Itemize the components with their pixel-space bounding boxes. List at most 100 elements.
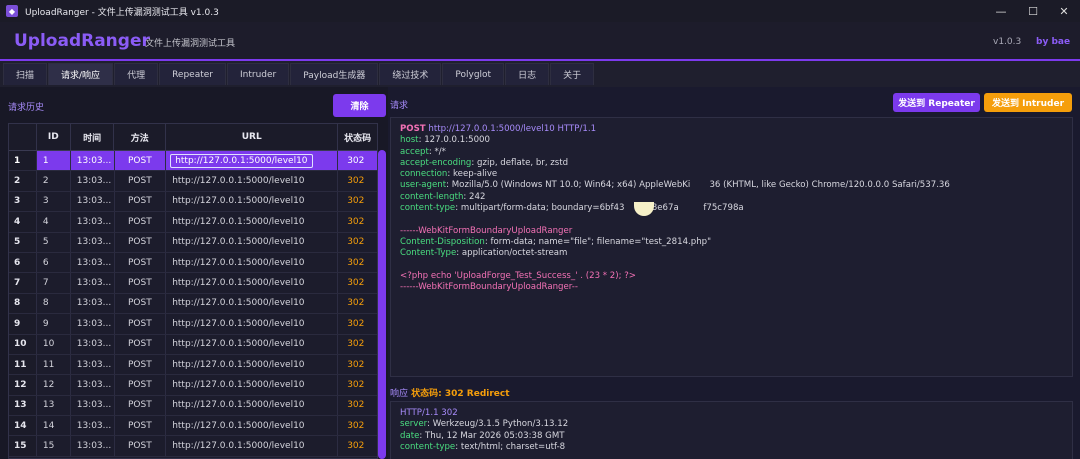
row-time: 13:03...: [71, 171, 115, 191]
part-content-type-key: Content-Type: [400, 248, 457, 259]
row-index: 12: [9, 375, 37, 395]
row-id: 1: [37, 151, 71, 171]
table-row[interactable]: 5 5 13:03... POST http://127.0.0.1:5000/leve…: [9, 232, 377, 253]
app-header: UploadRanger 文件上传漏洞测试工具 v1.0.3 by bae: [0, 22, 1080, 59]
tab-bypass[interactable]: 绕过技术: [379, 63, 442, 85]
header-line: server: Werkzeug/3.1.5 Python/3.13.12: [400, 419, 569, 430]
table-row[interactable]: 8 8 13:03... POST http://127.0.0.1:5000/leve…: [9, 293, 377, 315]
header-value: multipart/form-data; boundary=6bf43 18e6…: [460, 203, 744, 214]
col-method[interactable]: 方法: [114, 124, 167, 150]
row-method: POST: [115, 395, 167, 416]
tab-payload-generator[interactable]: Payload生成器: [290, 63, 379, 85]
row-method: POST: [115, 334, 167, 354]
table-row[interactable]: 15 15 13:03... POST http://127.0.0.1:5000/le…: [9, 436, 377, 457]
row-index: 15: [9, 436, 37, 456]
response-status-line: HTTP/1.1 302: [400, 408, 458, 418]
table-row[interactable]: 14 14 13:03... POST http://127.0.0.1:5000/le…: [9, 416, 377, 437]
request-method: POST: [400, 124, 426, 134]
table-row[interactable]: 9 9 13:03... POST http://127.0.0.1:5000/leve…: [9, 314, 377, 335]
row-index: 10: [9, 334, 37, 354]
row-url: http://127.0.0.1:5000/level10: [166, 395, 339, 416]
clear-button[interactable]: 清除: [333, 94, 386, 117]
tab-polyglot[interactable]: Polyglot: [442, 63, 505, 85]
request-line: POST http://127.0.0.1:5000/level10 HTTP/…: [400, 124, 1063, 135]
col-status[interactable]: 状态码: [338, 124, 377, 150]
disposition-key: Content-Disposition: [400, 236, 485, 247]
header-key: date: [400, 430, 420, 441]
row-status: 302: [347, 257, 365, 268]
row-url: http://127.0.0.1:5000/level10: [166, 232, 339, 252]
tab-repeater[interactable]: Repeater: [159, 63, 226, 85]
request-title: 请求: [390, 101, 409, 111]
row-time: 13:03...: [71, 212, 115, 232]
row-time: 13:03...: [71, 232, 115, 252]
response-title: 响应: [390, 389, 409, 399]
request-editor[interactable]: POST http://127.0.0.1:5000/level10 HTTP/…: [390, 117, 1073, 377]
header-key: host: [400, 135, 419, 146]
table-row[interactable]: 11 11 13:03... POST http://127.0.0.1:5000/le…: [9, 354, 377, 376]
header-value: 127.0.0.1:5000: [424, 135, 490, 146]
row-index: 4: [9, 212, 37, 232]
row-time: 13:03...: [71, 293, 115, 314]
header-key: content-length: [400, 191, 464, 202]
table-row[interactable]: 13 13 13:03... POST http://127.0.0.1:5000/le…: [9, 395, 377, 417]
tab-intruder[interactable]: Intruder: [227, 63, 290, 85]
col-time[interactable]: 时间: [71, 124, 115, 150]
table-row[interactable]: 12 12 13:03... POST http://127.0.0.1:5000/le…: [9, 375, 377, 396]
row-status: 302: [347, 441, 365, 452]
header-key: content-type: [400, 203, 456, 214]
send-to-intruder-button[interactable]: 发送到 Intruder: [984, 93, 1072, 112]
header-line: content-length: 242: [400, 191, 486, 202]
col-id[interactable]: ID: [37, 124, 71, 150]
minimize-button[interactable]: —: [983, 0, 1019, 22]
table-row[interactable]: 7 7 13:03... POST http://127.0.0.1:5000/leve…: [9, 273, 377, 294]
row-method: POST: [115, 273, 167, 293]
response-viewer[interactable]: HTTP/1.1 302 server: Werkzeug/3.1.5 Pyth…: [390, 401, 1073, 459]
row-status: 302: [347, 237, 365, 248]
table-row[interactable]: 4 4 13:03... POST http://127.0.0.1:5000/leve…: [9, 212, 377, 233]
close-button[interactable]: ✕: [1046, 0, 1080, 22]
tab-scan[interactable]: 扫描: [3, 63, 48, 85]
table-row[interactable]: 3 3 13:03... POST http://127.0.0.1:5000/leve…: [9, 191, 377, 213]
row-status: 302: [347, 420, 365, 431]
table-row[interactable]: 10 10 13:03... POST http://127.0.0.1:5000/le…: [9, 334, 377, 355]
url-edit-field[interactable]: http://127.0.0.1:5000/level10: [170, 153, 313, 168]
history-scrollbar[interactable]: [378, 150, 386, 459]
row-method: POST: [115, 416, 167, 436]
header-key: user-agent: [400, 180, 447, 191]
header-line: content-type: multipart/form-data; bound…: [400, 203, 744, 214]
row-status: 302: [347, 298, 365, 309]
tab-proxy[interactable]: 代理: [114, 63, 159, 85]
row-status: 302: [347, 176, 365, 187]
send-to-repeater-button[interactable]: 发送到 Repeater: [893, 93, 980, 112]
row-id: 14: [37, 416, 71, 436]
table-row[interactable]: 1 1 13:03... POST http://127.0.0.1:5000/leve…: [9, 151, 377, 172]
header-key: accept-encoding: [400, 157, 472, 168]
row-status: 302: [347, 400, 365, 411]
response-status: 状态码: 302 Redirect: [411, 389, 510, 399]
row-time: 13:03...: [71, 375, 115, 395]
row-status: 302: [347, 155, 365, 166]
row-status: 302: [347, 318, 365, 329]
table-row[interactable]: 6 6 13:03... POST http://127.0.0.1:5000/leve…: [9, 252, 377, 274]
brand-subtitle: 文件上传漏洞测试工具: [145, 39, 236, 49]
request-target: http://127.0.0.1:5000/level10 HTTP/1.1: [428, 124, 597, 134]
tab-request-response[interactable]: 请求/响应: [48, 63, 114, 85]
row-index: 11: [9, 354, 37, 375]
disposition-line: Content-Disposition: form-data; name="fi…: [400, 236, 712, 247]
row-index: 6: [9, 252, 37, 273]
row-id: 13: [37, 395, 71, 416]
header-key: content-type: [400, 441, 456, 452]
tab-about[interactable]: 关于: [550, 63, 595, 85]
row-url: http://127.0.0.1:5000/level10: [166, 375, 339, 395]
row-time: 13:03...: [71, 395, 115, 416]
col-url[interactable]: URL: [166, 124, 339, 150]
tab-logs[interactable]: 日志: [505, 63, 550, 85]
window-titlebar: ◆ UploadRanger - 文件上传漏洞测试工具 v1.0.3: [0, 0, 1080, 22]
row-id: 4: [37, 212, 71, 232]
header-line: date: Thu, 12 Mar 2026 05:03:38 GMT: [400, 430, 565, 441]
boundary-line: ------WebKitFormBoundaryUploadRanger: [400, 225, 573, 236]
row-url: http://127.0.0.1:5000/level10: [166, 293, 339, 314]
row-id: 6: [37, 252, 71, 273]
table-row[interactable]: 2 2 13:03... POST http://127.0.0.1:5000/leve…: [9, 171, 377, 192]
